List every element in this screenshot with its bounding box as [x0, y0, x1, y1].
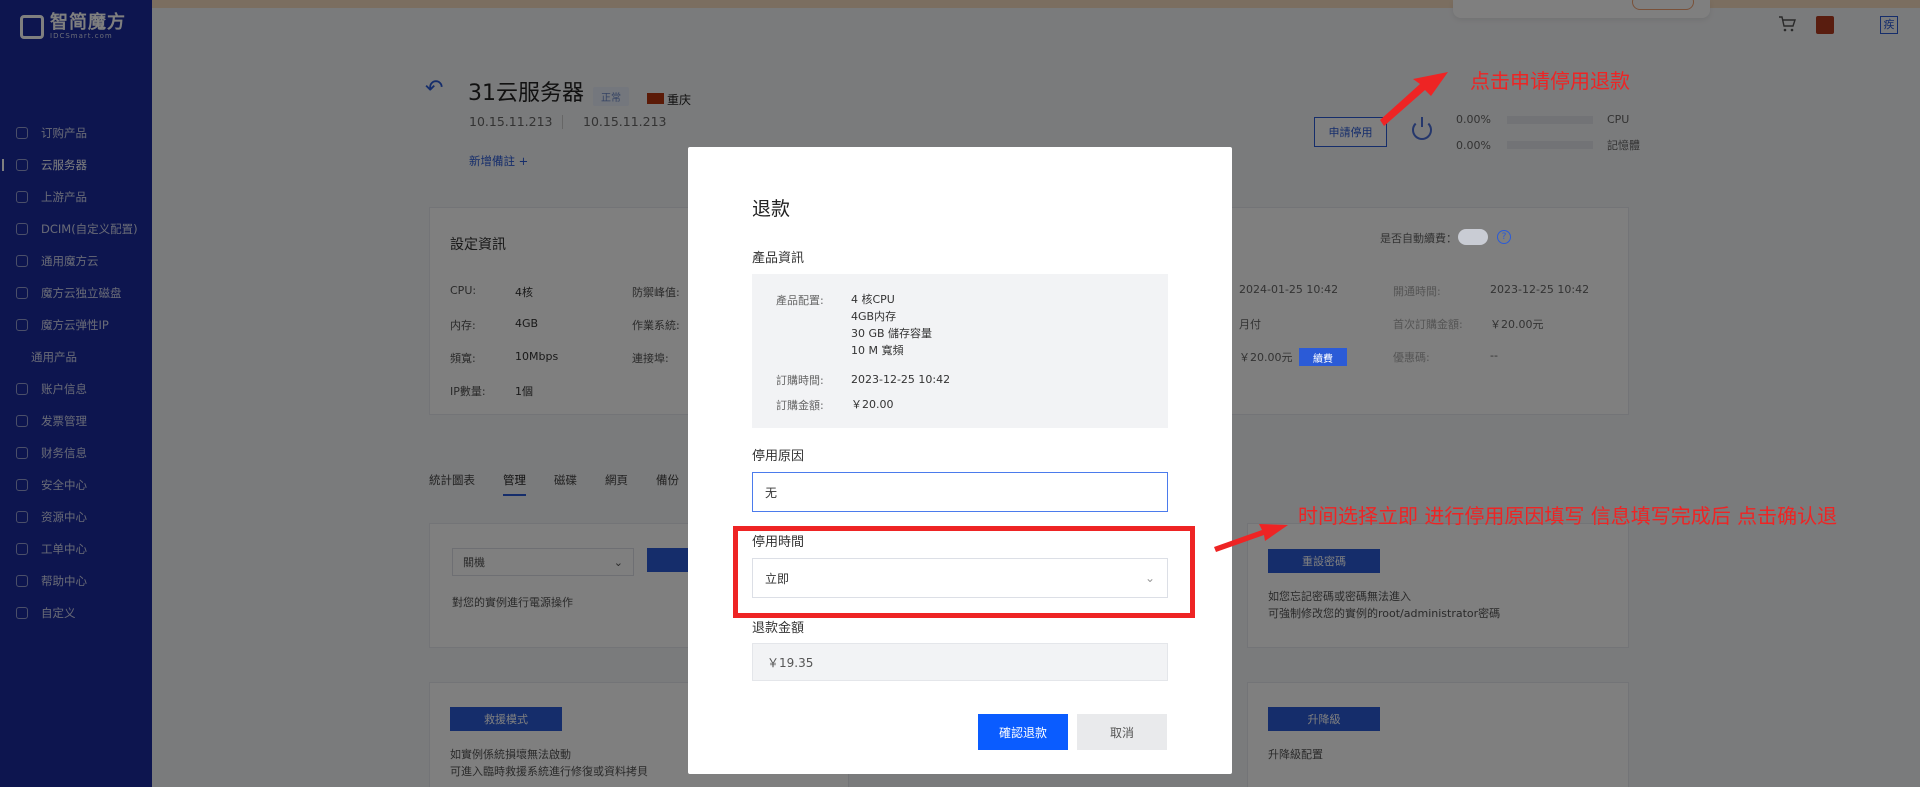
- arrow-middle: [1214, 524, 1288, 552]
- annotation-middle: 时间选择立即 进行停用原因填写 信息填写完成后 点击确认退: [1298, 504, 1838, 528]
- arrow-top: [1380, 72, 1448, 126]
- annotation-arrows: [1214, 72, 1448, 552]
- annotation-top: 点击申请停用退款: [1470, 69, 1630, 93]
